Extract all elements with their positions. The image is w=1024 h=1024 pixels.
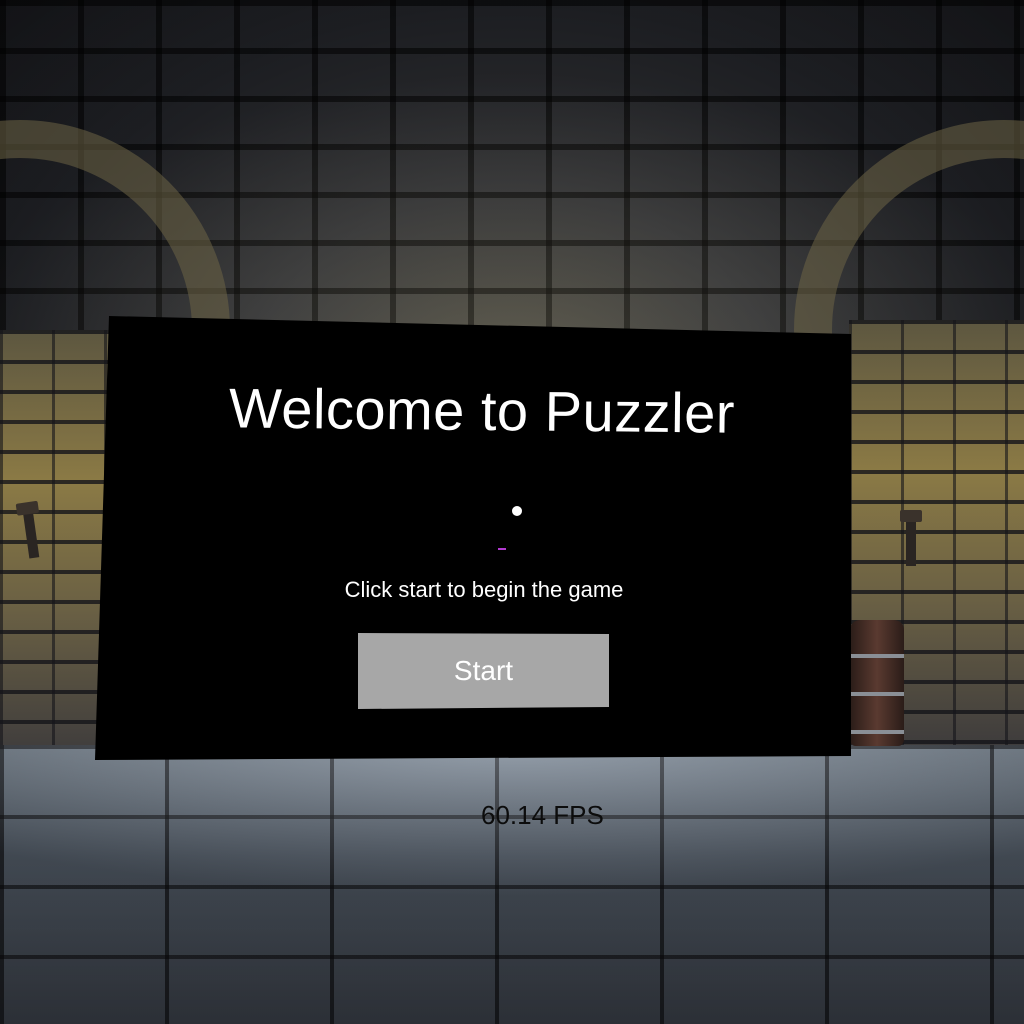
barrel <box>850 620 904 746</box>
gaze-cursor-dot <box>512 506 522 516</box>
welcome-title: Welcome to Puzzler <box>228 376 736 445</box>
start-button[interactable]: Start <box>358 633 609 709</box>
start-instruction: Click start to begin the game <box>344 577 624 602</box>
fps-counter: 60.14 FPS <box>481 800 604 830</box>
cursor-caret <box>498 548 506 550</box>
floor-shading <box>0 745 1024 1024</box>
wall-torch-right <box>900 510 922 566</box>
